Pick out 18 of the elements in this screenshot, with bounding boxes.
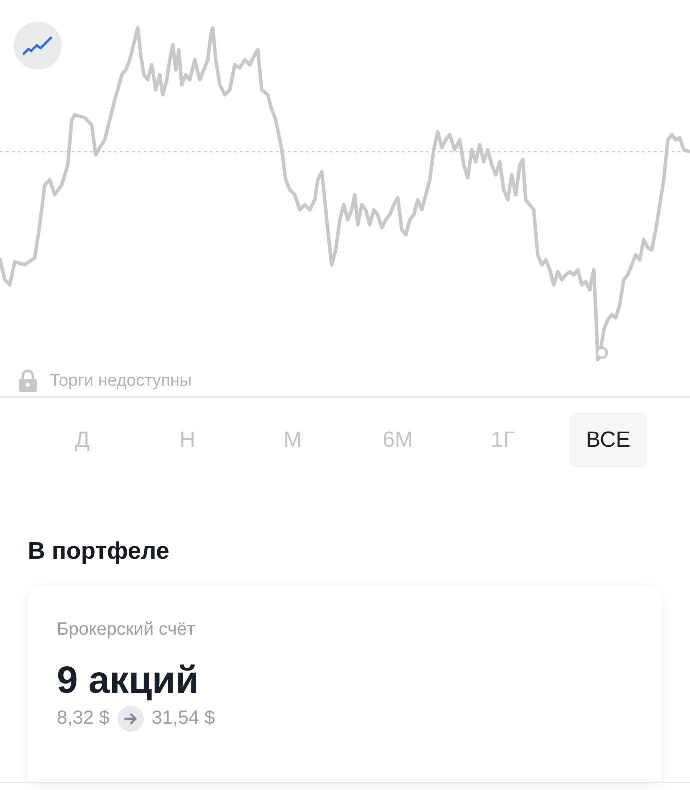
account-name: Брокерский счёт: [57, 618, 196, 641]
current-price: 31,54 $: [152, 707, 216, 731]
lock-icon: [18, 370, 38, 392]
period-tab[interactable]: 6М: [360, 412, 437, 468]
period-tab[interactable]: Н: [149, 412, 226, 468]
chart-type-button[interactable]: [14, 22, 62, 70]
purchase-price: 8,32 $: [57, 707, 110, 731]
trading-status-text: Торги недоступны: [50, 370, 192, 392]
arrow-right-icon: [118, 706, 144, 732]
share-quantity: 9 акций: [57, 659, 200, 703]
account-card[interactable]: Брокерский счёт 9 акций 8,32 $ 31,54 $: [28, 586, 662, 782]
period-tab[interactable]: М: [254, 412, 332, 468]
period-tab[interactable]: ВСЕ: [570, 412, 647, 468]
line-chart-icon: [23, 36, 53, 56]
section-title: В портфеле: [28, 537, 171, 567]
point-marker-icon: [596, 346, 608, 360]
period-tab[interactable]: 1Г: [464, 412, 542, 468]
period-tab[interactable]: Д: [44, 412, 122, 468]
